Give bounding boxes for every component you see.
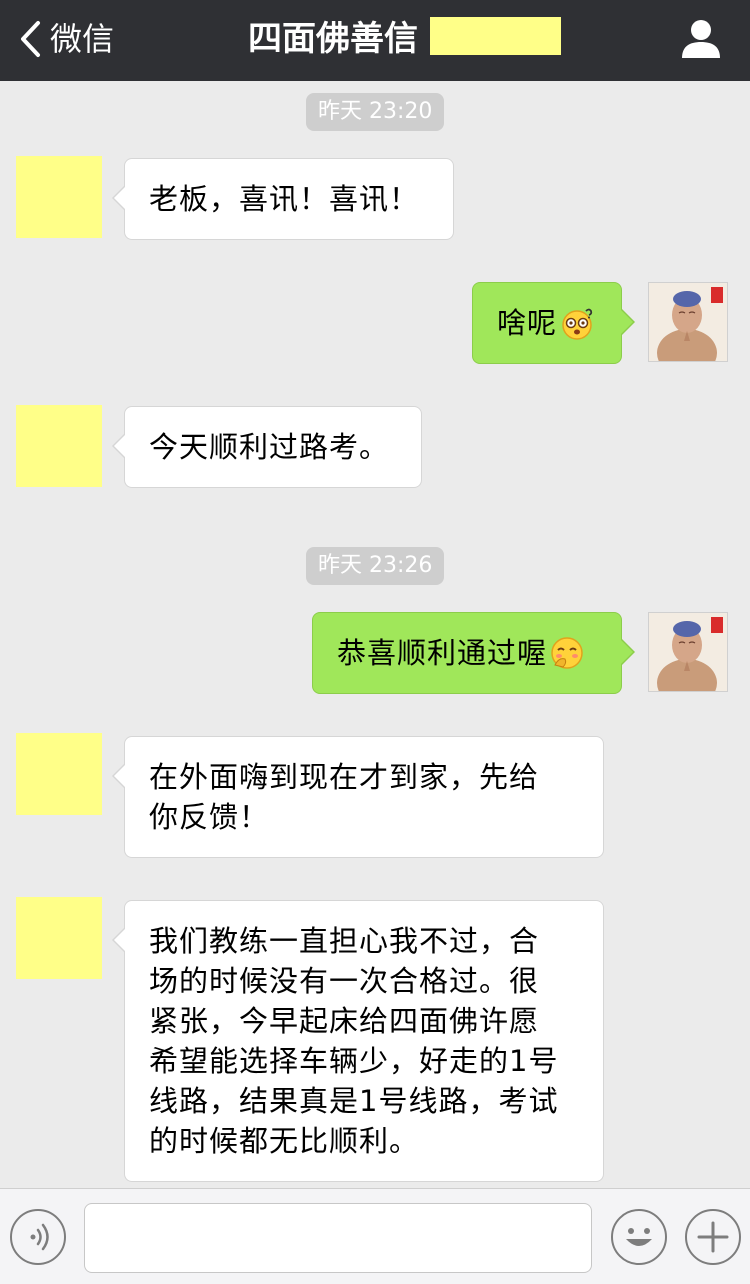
message-bubble[interactable]: 在外面嗨到现在才到家，先给 你反馈！ xyxy=(112,736,604,858)
message-line: 场的时候没有一次合格过。很 xyxy=(149,964,540,998)
message-bubble[interactable]: 恭喜顺利通过喔 xyxy=(312,612,635,694)
plus-icon xyxy=(697,1221,729,1253)
contact-avatar[interactable] xyxy=(16,733,102,815)
contact-avatar[interactable] xyxy=(16,897,102,979)
buddha-avatar-icon xyxy=(649,613,727,691)
message-line: 线路，结果真是1号线路，考试 xyxy=(149,1084,559,1118)
message-bubble[interactable]: 啥呢 xyxy=(472,282,635,364)
dizzy-face-emoji-icon xyxy=(559,305,595,341)
chat-title: 四面佛善信 xyxy=(248,19,418,59)
my-avatar[interactable] xyxy=(648,612,728,692)
timestamp: 昨天 23:20 xyxy=(306,93,445,131)
message-line: 的时候都无比顺利。 xyxy=(149,1124,420,1158)
contact-avatar[interactable] xyxy=(16,156,102,238)
message-line: 紧张，今早起床给四面佛许愿 xyxy=(149,1004,540,1038)
message-bubble[interactable]: 老板，喜讯！喜讯！ xyxy=(112,158,454,240)
message-text: 啥呢 xyxy=(497,306,558,340)
message-line: 我们教练一直担心我不过，合 xyxy=(149,924,540,958)
message-line: 你反馈！ xyxy=(149,800,270,834)
buddha-avatar-icon xyxy=(649,283,727,361)
chevron-left-icon xyxy=(21,21,40,57)
chat-info-button[interactable] xyxy=(678,16,724,62)
person-icon xyxy=(682,20,720,58)
back-button[interactable]: 微信 xyxy=(18,18,114,60)
message-line: 在外面嗨到现在才到家，先给 xyxy=(149,760,540,794)
smiley-icon xyxy=(626,1228,652,1246)
voice-button[interactable] xyxy=(10,1209,66,1265)
input-bar xyxy=(0,1188,750,1284)
message-text: 今天顺利过路考。 xyxy=(149,430,390,464)
message-line: 希望能选择车辆少，好走的1号 xyxy=(149,1044,559,1078)
message-text: 老板，喜讯！喜讯！ xyxy=(149,182,420,216)
emoji-button[interactable] xyxy=(611,1209,667,1265)
voice-icon xyxy=(30,1223,49,1251)
message-bubble[interactable]: 今天顺利过路考。 xyxy=(112,406,422,488)
contact-avatar[interactable] xyxy=(16,405,102,487)
nav-bar: 微信 四面佛善信 xyxy=(0,0,750,81)
more-button[interactable] xyxy=(685,1209,741,1265)
message-bubble[interactable]: 我们教练一直担心我不过，合 场的时候没有一次合格过。很 紧张，今早起床给四面佛许… xyxy=(112,900,604,1182)
message-text: 恭喜顺利通过喔 xyxy=(337,636,548,670)
timestamp: 昨天 23:26 xyxy=(306,547,445,585)
my-avatar[interactable] xyxy=(648,282,728,362)
redacted-name-block xyxy=(430,17,561,55)
back-label: 微信 xyxy=(50,20,115,58)
message-input[interactable] xyxy=(84,1203,592,1273)
giggle-face-emoji-icon xyxy=(549,635,585,671)
